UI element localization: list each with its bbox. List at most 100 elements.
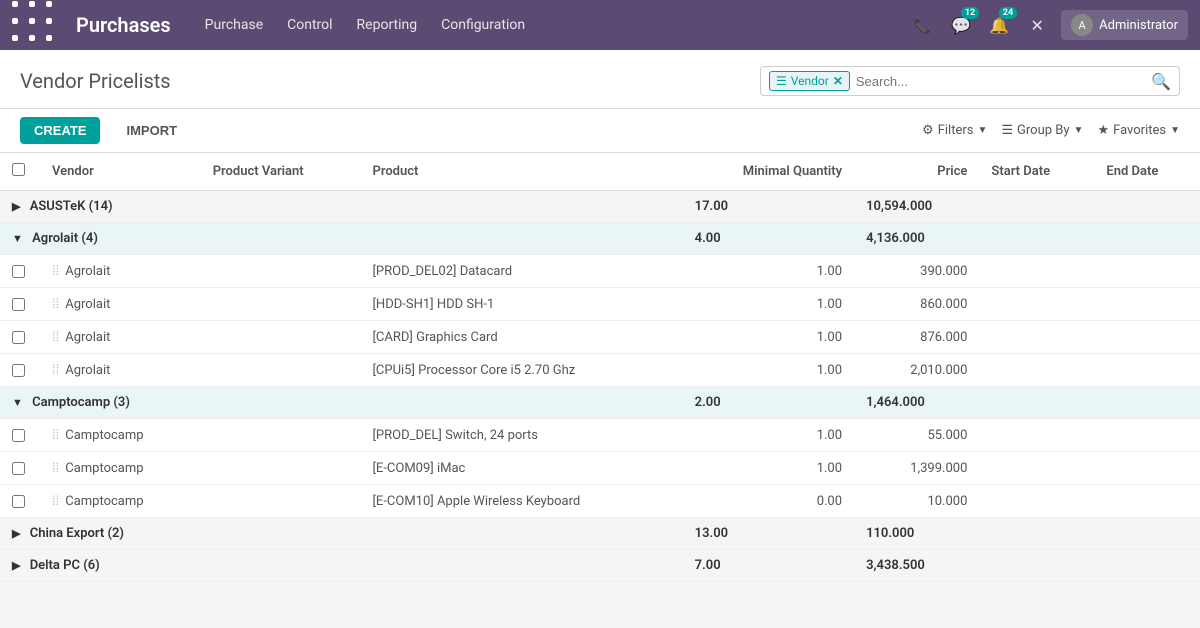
admin-avatar: A [1071,14,1093,36]
row-checkbox[interactable] [12,495,25,508]
table-row[interactable]: ⁞⁞Camptocamp [PROD_DEL] Switch, 24 ports… [0,419,1200,452]
row-checkbox[interactable] [12,462,25,475]
group-label[interactable]: ▶ China Export (2) [0,518,683,550]
row-end [1094,255,1200,288]
admin-button[interactable]: A Administrator [1061,10,1188,40]
group-end [1094,223,1200,255]
filter-tag-label: Vendor [791,74,829,88]
row-start [979,419,1094,452]
drag-handle-icon[interactable]: ⁞⁞ [52,428,59,443]
search-submit-icon[interactable]: 🔍 [1151,72,1171,91]
row-checkbox[interactable] [12,265,25,278]
table-row[interactable]: ⁞⁞Agrolait [CPUi5] Processor Core i5 2.7… [0,354,1200,387]
table-container: Vendor Product Variant Product Minimal Q… [0,153,1200,582]
filters-button[interactable]: ⚙ Filters ▼ [922,123,987,138]
drag-handle-icon[interactable]: ⁞⁞ [52,363,59,378]
row-product: [PROD_DEL] Switch, 24 ports [360,419,682,452]
row-vendor: ⁞⁞Agrolait [40,354,201,387]
group-price: 110.000 [854,518,979,550]
group-min-qty: 2.00 [683,387,854,419]
group-end [1094,550,1200,582]
phone-icon[interactable]: 📞 [909,11,937,39]
group-row[interactable]: ▶ China Export (2) 13.00 110.000 [0,518,1200,550]
group-row[interactable]: ▼ Agrolait (4) 4.00 4,136.000 [0,223,1200,255]
row-start [979,485,1094,518]
group-label[interactable]: ▶ Delta PC (6) [0,550,683,582]
table-row[interactable]: ⁞⁞Camptocamp [E-COM10] Apple Wireless Ke… [0,485,1200,518]
menu-configuration[interactable]: Configuration [431,11,535,39]
row-vendor: ⁞⁞Agrolait [40,255,201,288]
group-by-button[interactable]: ☰ Group By ▼ [1001,123,1083,138]
group-min-qty: 13.00 [683,518,854,550]
chat2-badge: 24 [999,7,1017,19]
group-chevron[interactable]: ▶ [12,559,20,572]
drag-handle-icon[interactable]: ⁞⁞ [52,461,59,476]
row-min-qty: 1.00 [683,452,854,485]
vendor-filter-tag[interactable]: ☰ Vendor ✕ [769,71,850,91]
table-row[interactable]: ⁞⁞Agrolait [CARD] Graphics Card 1.00 876… [0,321,1200,354]
chat2-icon[interactable]: 🔔 24 [985,11,1013,39]
row-variant [201,255,361,288]
row-vendor: ⁞⁞Agrolait [40,288,201,321]
row-product: [CARD] Graphics Card [360,321,682,354]
group-label[interactable]: ▶ ASUSTeK (14) [0,191,683,223]
filter-close-icon[interactable]: ✕ [833,74,843,88]
chat1-icon[interactable]: 💬 12 [947,11,975,39]
drag-handle-icon[interactable]: ⁞⁞ [52,297,59,312]
row-product: [CPUi5] Processor Core i5 2.70 Ghz [360,354,682,387]
group-chevron[interactable]: ▼ [12,232,23,245]
create-button[interactable]: CREATE [20,117,100,144]
group-chevron[interactable]: ▶ [12,200,20,213]
row-min-qty: 1.00 [683,321,854,354]
subheader: Vendor Pricelists ☰ Vendor ✕ 🔍 [0,50,1200,109]
group-price: 4,136.000 [854,223,979,255]
row-variant [201,321,361,354]
group-chevron[interactable]: ▶ [12,527,20,540]
top-menu: Purchase Control Reporting Configuration [195,11,893,39]
group-price: 1,464.000 [854,387,979,419]
row-price: 1,399.000 [854,452,979,485]
drag-handle-icon[interactable]: ⁞⁞ [52,330,59,345]
table-row[interactable]: ⁞⁞Agrolait [PROD_DEL02] Datacard 1.00 39… [0,255,1200,288]
group-label[interactable]: ▼ Camptocamp (3) [0,387,683,419]
search-input[interactable] [856,74,1151,89]
table-row[interactable]: ⁞⁞Camptocamp [E-COM09] iMac 1.00 1,399.0… [0,452,1200,485]
row-checkbox[interactable] [12,364,25,377]
menu-control[interactable]: Control [277,11,342,39]
app-grid-menu[interactable] [12,1,60,49]
row-checkbox-cell [0,419,40,452]
menu-reporting[interactable]: Reporting [347,11,428,39]
group-row[interactable]: ▶ Delta PC (6) 7.00 3,438.500 [0,550,1200,582]
row-end [1094,452,1200,485]
settings-icon[interactable]: ✕ [1023,11,1051,39]
select-all-checkbox[interactable] [12,163,25,176]
row-variant [201,354,361,387]
group-label[interactable]: ▼ Agrolait (4) [0,223,683,255]
col-variant: Product Variant [201,153,361,191]
favorites-button[interactable]: ★ Favorites ▼ [1097,123,1180,138]
row-checkbox[interactable] [12,429,25,442]
group-row[interactable]: ▼ Camptocamp (3) 2.00 1,464.000 [0,387,1200,419]
drag-handle-icon[interactable]: ⁞⁞ [52,264,59,279]
row-start [979,288,1094,321]
favorites-caret: ▼ [1170,125,1180,136]
row-vendor: ⁞⁞Camptocamp [40,485,201,518]
import-button[interactable]: IMPORT [116,117,187,144]
group-start [979,223,1094,255]
row-checkbox[interactable] [12,331,25,344]
drag-handle-icon[interactable]: ⁞⁞ [52,494,59,509]
row-price: 10.000 [854,485,979,518]
filters-caret: ▼ [977,125,987,136]
group-end [1094,387,1200,419]
row-vendor: ⁞⁞Agrolait [40,321,201,354]
col-vendor: Vendor [40,153,201,191]
star-icon: ★ [1097,123,1109,138]
table-row[interactable]: ⁞⁞Agrolait [HDD-SH1] HDD SH-1 1.00 860.0… [0,288,1200,321]
filter-icon: ⚙ [922,123,934,138]
row-vendor: ⁞⁞Camptocamp [40,419,201,452]
row-checkbox-cell [0,288,40,321]
group-chevron[interactable]: ▼ [12,396,23,409]
menu-purchase[interactable]: Purchase [195,11,273,39]
group-row[interactable]: ▶ ASUSTeK (14) 17.00 10,594.000 [0,191,1200,223]
row-checkbox[interactable] [12,298,25,311]
